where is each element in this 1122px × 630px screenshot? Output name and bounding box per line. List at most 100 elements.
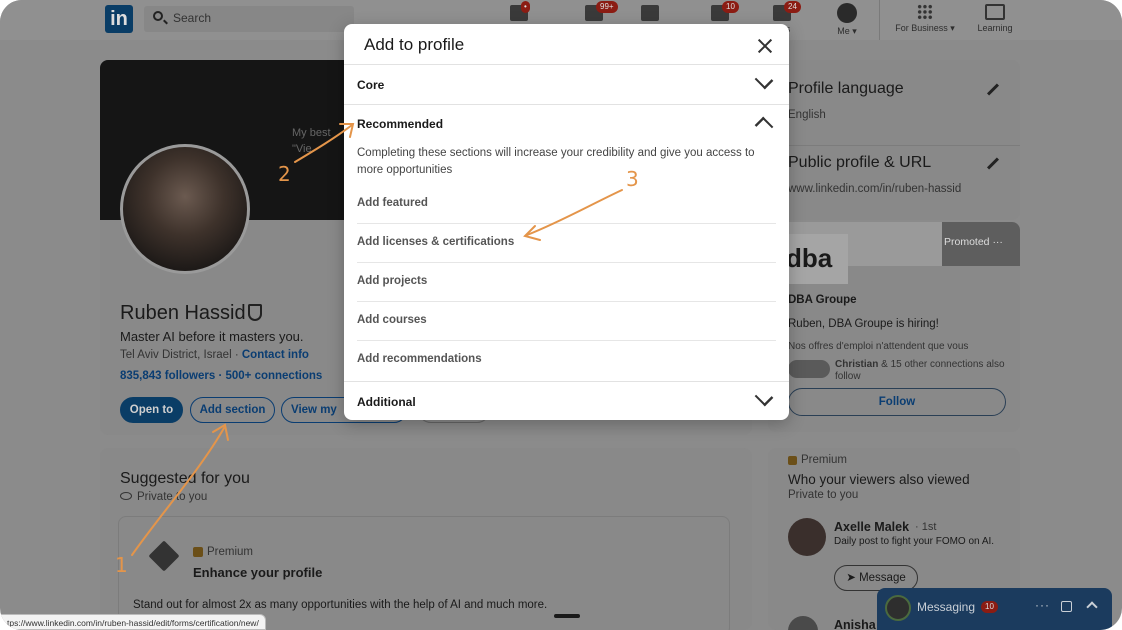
chevron-up-icon <box>754 116 774 136</box>
viewer-name[interactable]: Axelle Malek <box>834 520 909 534</box>
viewer-description: Daily post to fight your FOMO on AI. <box>834 536 995 547</box>
viewers-premium-label: Premium <box>801 454 848 466</box>
message-button-label: Message <box>859 572 906 584</box>
jobs-icon <box>641 5 659 21</box>
ad-card: dba Promoted ··· DBA Groupe Ruben, DBA G… <box>768 222 1020 432</box>
play-icon <box>985 4 1005 20</box>
annotation-number-1: 1 <box>115 553 128 577</box>
eye-icon <box>120 492 132 500</box>
close-icon[interactable] <box>756 37 774 55</box>
section-additional[interactable]: Additional <box>344 382 789 420</box>
profile-settings-card: Profile language English Public profile … <box>768 60 1020 220</box>
ad-company-name: DBA Groupe <box>788 294 857 306</box>
chevron-down-icon <box>754 70 774 90</box>
ad-offers-text: Nos offres d'emploi n'attendent que vous <box>788 341 969 352</box>
viewers-title: Who your viewers also viewed <box>788 472 970 487</box>
modal-header: Add to profile <box>344 24 789 65</box>
more-options-icon[interactable]: ··· <box>1035 598 1050 612</box>
option-label: Add featured <box>357 197 428 209</box>
profile-language-title: Profile language <box>788 80 904 97</box>
enhance-profile-card[interactable]: Premium Enhance your profile Stand out f… <box>118 516 730 630</box>
messaging-bar[interactable]: Messaging 10 ··· <box>877 588 1112 630</box>
option-label: Add courses <box>357 314 427 326</box>
banner-quote-line1: My best <box>292 127 331 139</box>
settings-divider <box>768 145 1020 146</box>
profile-location: Tel Aviv District, Israel <box>120 349 232 361</box>
option-add-licenses-certifications[interactable]: Add licenses & certifications <box>357 224 776 263</box>
premium-label: Premium <box>207 546 254 558</box>
add-section-button[interactable]: Add section <box>190 397 275 423</box>
connection-avatars <box>788 360 830 378</box>
viewers-subtitle: Private to you <box>788 489 859 501</box>
enhance-profile-text: Stand out for almost 2x as many opportun… <box>133 599 548 611</box>
contact-info-link[interactable]: Contact info <box>242 349 309 361</box>
premium-icon <box>788 456 797 465</box>
status-bar-url: tps://www.linkedin.com/in/ruben-hassid/e… <box>0 614 266 630</box>
avatar <box>837 3 857 23</box>
chevron-down-icon <box>754 387 774 407</box>
profile-language-value: English <box>788 109 826 121</box>
ad-connections-text: Christian & 15 other connections also fo… <box>835 359 1005 383</box>
section-core-label: Core <box>357 78 385 92</box>
profile-name: Ruben Hassid <box>120 302 246 324</box>
nav-me-label: Me ▾ <box>837 26 857 36</box>
grid-icon <box>917 4 933 20</box>
option-label: Add recommendations <box>357 353 482 365</box>
option-label: Add licenses & certifications <box>357 236 515 248</box>
nav-learning-label: Learning <box>977 23 1013 33</box>
premium-icon <box>193 547 203 557</box>
followers-connections-link[interactable]: 835,843 followers · 500+ connections <box>120 370 322 382</box>
enhance-profile-title: Enhance your profile <box>193 565 323 580</box>
avatar <box>885 595 911 621</box>
sparkle-icon <box>148 540 180 572</box>
option-add-courses[interactable]: Add courses <box>357 302 776 341</box>
public-profile-url: www.linkedin.com/in/ruben-hassid <box>788 183 962 195</box>
profile-location-row: Tel Aviv District, Israel · Contact info <box>120 349 309 361</box>
suggested-card: Suggested for you Private to you Premium… <box>100 448 752 630</box>
promoted-label[interactable]: Promoted ··· <box>944 236 1003 248</box>
search-placeholder: Search <box>173 11 212 25</box>
avatar[interactable] <box>788 518 826 556</box>
edit-url-pencil-icon[interactable] <box>986 157 1000 170</box>
suggested-subtitle: Private to you <box>137 491 208 503</box>
search-icon <box>153 11 163 21</box>
messaging-count-badge: 10 <box>981 601 998 613</box>
section-recommended[interactable]: Recommended <box>344 104 789 143</box>
option-add-recommendations[interactable]: Add recommendations <box>357 341 776 380</box>
add-to-profile-modal: Add to profile Core Recommended Completi… <box>344 24 789 420</box>
nav-me[interactable]: Me ▾ <box>825 2 869 38</box>
section-recommended-label: Recommended <box>357 117 444 131</box>
ad-connection-name: Christian <box>835 359 879 370</box>
option-add-projects[interactable]: Add projects <box>357 263 776 302</box>
notifications-badge: 24 <box>784 1 801 13</box>
search-box[interactable]: Search <box>144 6 354 32</box>
open-to-button[interactable]: Open to <box>120 397 183 423</box>
recommended-description: Completing these sections will increase … <box>357 147 755 176</box>
banner-quote: My best "Vie <box>292 125 331 157</box>
messaging-label: Messaging <box>917 600 976 614</box>
verified-shield-icon[interactable] <box>248 304 262 321</box>
suggested-title: Suggested for you <box>120 470 250 487</box>
nav-for-business[interactable]: For Business ▾ <box>889 2 961 38</box>
home-badge: • <box>521 1 530 13</box>
follow-button[interactable]: Follow <box>788 388 1006 416</box>
option-label: Add projects <box>357 275 428 287</box>
section-core[interactable]: Core <box>344 65 789 104</box>
edit-language-pencil-icon[interactable] <box>986 83 1000 96</box>
linkedin-logo[interactable]: in <box>105 5 133 33</box>
section-additional-label: Additional <box>357 395 416 409</box>
public-profile-title: Public profile & URL <box>788 154 932 171</box>
home-indicator <box>554 614 580 618</box>
profile-photo[interactable] <box>120 144 250 274</box>
compose-icon[interactable] <box>1061 601 1072 612</box>
messaging-badge: 10 <box>722 1 739 13</box>
chevron-up-icon[interactable] <box>1086 601 1098 613</box>
avatar[interactable] <box>788 616 818 630</box>
next-viewer-name[interactable]: Anisha <box>834 618 876 630</box>
option-add-featured[interactable]: Add featured <box>357 185 776 224</box>
ad-hiring-text: Ruben, DBA Groupe is hiring! <box>788 318 939 330</box>
network-badge: 99+ <box>596 1 618 13</box>
nav-learning[interactable]: Learning <box>973 2 1017 38</box>
banner-quote-line2: "Vie <box>292 143 312 155</box>
viewer-degree: · 1st <box>915 521 937 533</box>
